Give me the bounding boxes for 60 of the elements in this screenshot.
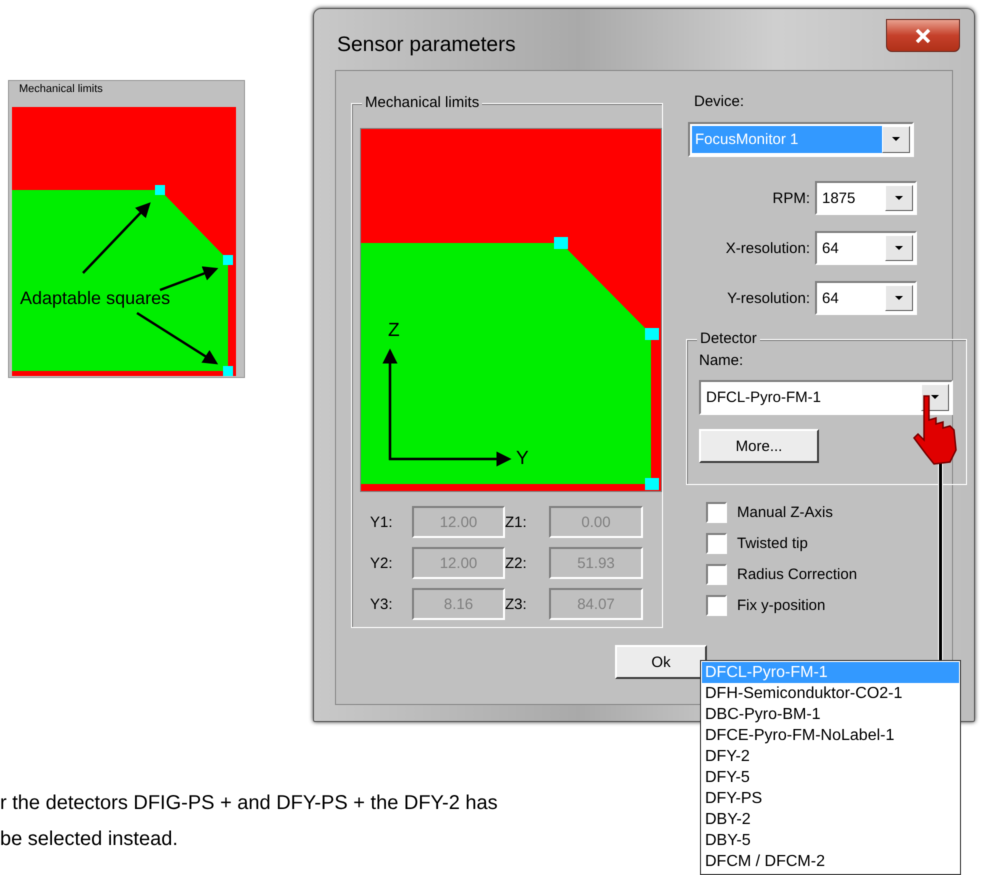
dropdown-field[interactable]: 64 <box>815 231 917 265</box>
dropdown-button[interactable] <box>882 126 910 153</box>
field-label: Y1: <box>370 514 394 530</box>
handle-square[interactable] <box>223 255 233 265</box>
axis-label: Y <box>516 448 529 469</box>
caption-text: r the detectors DFIG-PS + and DFY-PS + the DFY-2 has <box>0 791 498 816</box>
dropdown-button[interactable] <box>885 235 913 261</box>
list-item[interactable]: DFCM / DFCM-2 <box>702 851 959 872</box>
checkbox-label: Twisted tip <box>737 535 808 552</box>
annotation-label: Adaptable squares <box>20 288 170 308</box>
caret-icon <box>892 137 900 142</box>
caret-icon <box>895 296 903 300</box>
field-label: Z1: <box>505 514 528 530</box>
pointer-arrow <box>82 202 151 274</box>
caret-icon <box>931 395 939 400</box>
caret-icon <box>895 246 903 250</box>
list-item[interactable]: DBY-2 <box>702 809 959 830</box>
dropdown-field[interactable]: DFCL-Pyro-FM-1 <box>699 380 953 415</box>
field-label: X-resolution: <box>724 240 810 256</box>
field-label: Z3: <box>505 596 528 612</box>
field-label: Name: <box>699 352 744 369</box>
list-item[interactable]: DBC-Pyro-BM-1 <box>702 704 959 725</box>
dropdown-field[interactable]: 1875 <box>815 181 917 215</box>
checkbox-label: Fix y-position <box>737 597 826 614</box>
window-title: Sensor parameters <box>337 33 516 57</box>
checkbox-label: Radius Correction <box>737 566 858 583</box>
caret-icon <box>895 196 903 200</box>
handle-square[interactable] <box>155 185 165 195</box>
group-label: Mechanical limits <box>17 83 105 95</box>
dropdown-button[interactable] <box>885 185 913 211</box>
field-label: Y3: <box>370 596 394 612</box>
list-item[interactable]: DFY-5 <box>702 767 959 788</box>
list-item[interactable]: DFY-2 <box>702 746 959 767</box>
checkbox[interactable] <box>706 502 727 523</box>
list-item[interactable]: DFCE-Pyro-FM-NoLabel-1 <box>702 725 959 746</box>
checkbox[interactable] <box>706 595 727 616</box>
caption-text: be selected instead. <box>0 827 179 852</box>
list-item[interactable]: DFH-Semiconduktor-CO2-1 <box>702 683 959 704</box>
field-label: Y-resolution: <box>726 290 810 306</box>
list-item[interactable]: DFY-PS <box>702 788 959 809</box>
field-label: Device: <box>694 93 746 110</box>
handle-square[interactable] <box>554 237 568 249</box>
pointer-arrow <box>160 266 218 292</box>
handle-square[interactable] <box>645 328 659 340</box>
list-item[interactable]: DBY-5 <box>702 830 959 851</box>
dropdown-button[interactable] <box>885 285 913 311</box>
axis-label: Z <box>388 320 400 341</box>
dropdown-field[interactable]: 64 <box>815 281 917 315</box>
checkbox-label: Manual Z-Axis <box>737 504 833 521</box>
close-button[interactable] <box>886 19 960 52</box>
handle-square[interactable] <box>645 478 659 490</box>
field-label: Y2: <box>370 554 394 572</box>
checkbox[interactable] <box>706 533 727 554</box>
more-button[interactable]: More... <box>699 429 819 463</box>
checkbox[interactable] <box>706 564 727 585</box>
field-label: RPM: <box>772 190 810 206</box>
close-icon <box>915 28 931 42</box>
ok-button[interactable]: Ok <box>615 645 707 679</box>
handle-square[interactable] <box>223 366 233 376</box>
field-label: Z2: <box>505 554 528 572</box>
